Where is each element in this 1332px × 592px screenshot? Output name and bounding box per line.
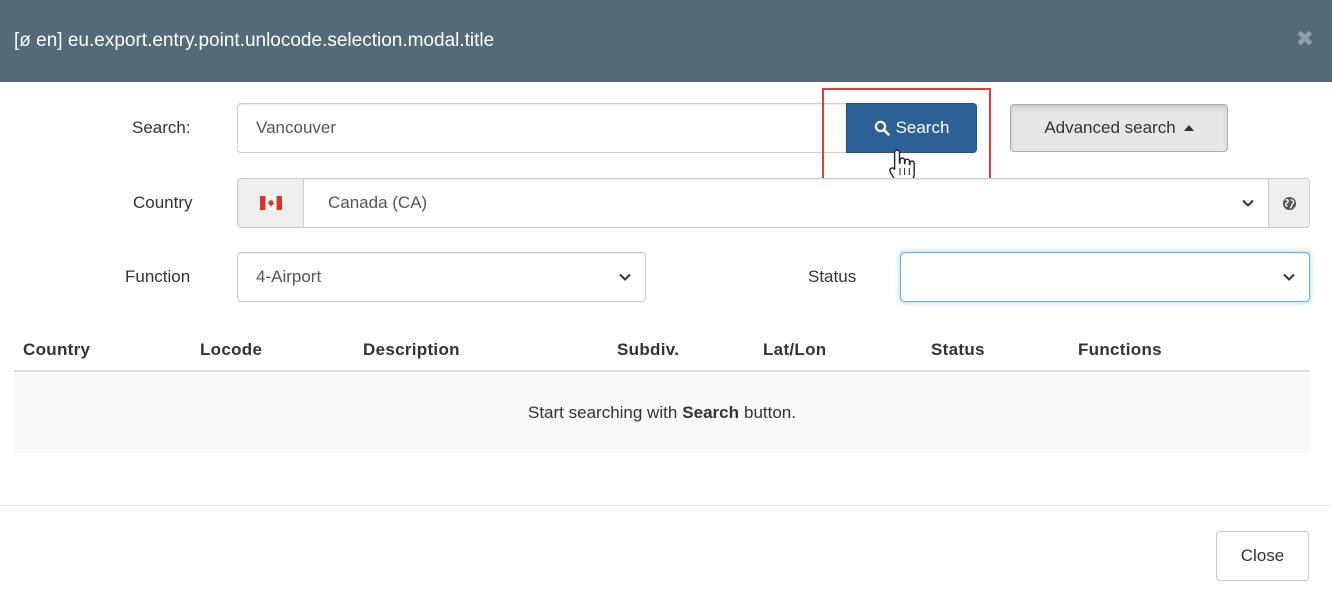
globe-addon[interactable] — [1268, 178, 1310, 228]
globe-icon — [1282, 196, 1296, 210]
country-select-value: Canada (CA) — [328, 193, 428, 212]
status-select[interactable] — [900, 252, 1310, 302]
advanced-search-button[interactable]: Advanced search — [1010, 104, 1228, 152]
chevron-down-icon — [1242, 199, 1254, 207]
function-label: Function — [125, 267, 191, 286]
caret-up-icon — [1183, 125, 1194, 131]
column-header-subdiv[interactable]: Subdiv. — [617, 340, 679, 360]
function-select-value: 4-Airport — [256, 267, 322, 286]
empty-message-prefix: Start searching with — [528, 403, 678, 422]
results-table-header: Country Locode Description Subdiv. Lat/L… — [14, 330, 1310, 372]
canada-flag-icon — [259, 196, 282, 210]
modal-title: [ø en] eu.export.entry.point.unlocode.se… — [14, 30, 495, 51]
close-icon[interactable]: ✖ — [1296, 26, 1314, 52]
column-header-locode[interactable]: Locode — [200, 340, 262, 360]
function-select[interactable]: 4-Airport — [237, 252, 646, 302]
status-label: Status — [808, 267, 857, 286]
column-header-latlon[interactable]: Lat/Lon — [763, 340, 826, 360]
close-button[interactable]: Close — [1216, 531, 1309, 581]
column-header-country[interactable]: Country — [23, 340, 90, 360]
empty-results-message: Start searching with Search button. — [14, 373, 1310, 453]
chevron-down-icon — [619, 273, 631, 281]
empty-message-bold: Search — [682, 403, 739, 422]
empty-message-suffix: button. — [744, 403, 796, 422]
search-input[interactable]: Vancouver — [237, 103, 857, 153]
column-header-description[interactable]: Description — [363, 340, 460, 360]
footer-divider — [0, 505, 1332, 506]
column-header-status[interactable]: Status — [931, 340, 985, 360]
country-label: Country — [133, 193, 193, 212]
advanced-search-label: Advanced search — [1044, 118, 1176, 137]
country-select[interactable]: Canada (CA) — [303, 178, 1269, 228]
country-flag-addon — [237, 178, 304, 228]
column-header-functions[interactable]: Functions — [1078, 340, 1162, 360]
modal-header: [ø en] eu.export.entry.point.unlocode.se… — [0, 0, 1332, 82]
search-label: Search: — [132, 118, 191, 137]
chevron-down-icon — [1283, 273, 1295, 281]
